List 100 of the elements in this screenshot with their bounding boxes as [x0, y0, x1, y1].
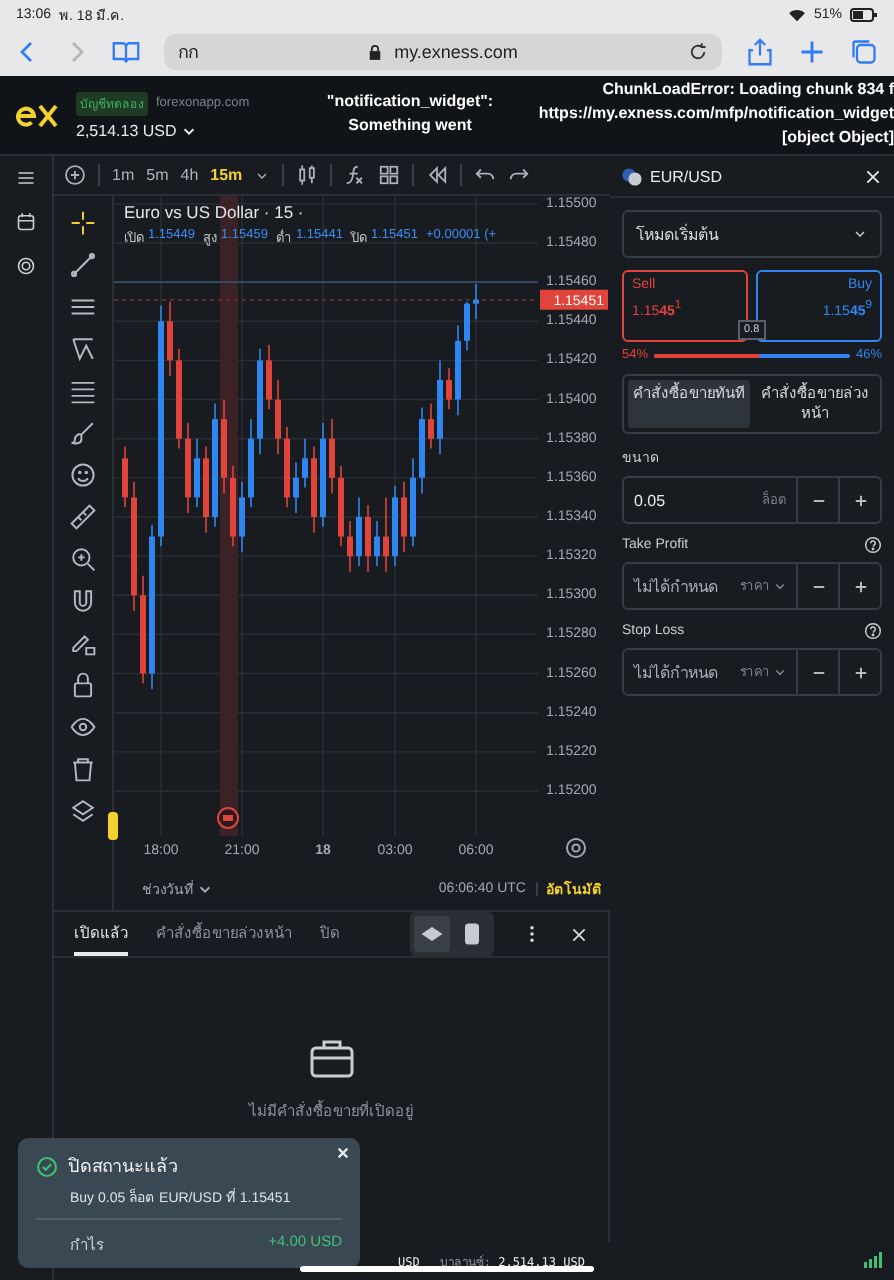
- candle: [464, 300, 470, 352]
- help-icon[interactable]: [864, 622, 882, 640]
- volume-value: 0.05: [634, 491, 668, 509]
- add-tab-icon[interactable]: [798, 38, 826, 66]
- logo-icon: [16, 103, 60, 127]
- candle: [266, 343, 272, 411]
- candle: [473, 283, 479, 321]
- candle: [257, 347, 263, 456]
- candle: [203, 445, 209, 534]
- line-tool-icon[interactable]: [70, 252, 96, 278]
- candle: [383, 496, 389, 573]
- timeframe-tab[interactable]: 1m: [112, 166, 135, 184]
- lock-icon[interactable]: [70, 672, 96, 698]
- candle: [419, 406, 425, 495]
- target-icon[interactable]: [16, 256, 36, 276]
- candle: [392, 484, 398, 567]
- grid-icon[interactable]: [378, 164, 401, 186]
- candle: [437, 359, 443, 456]
- plus-icon[interactable]: [853, 493, 867, 507]
- candle: [248, 418, 254, 508]
- candle: [446, 367, 452, 411]
- candles-icon[interactable]: [296, 164, 319, 186]
- error-text: ChunkLoadError: Loading chunk 834 f: [602, 78, 894, 102]
- calendar-icon[interactable]: [16, 212, 36, 232]
- candle: [329, 418, 335, 495]
- candle: [338, 465, 344, 548]
- mode-dropdown[interactable]: โหมดเริ่มต้น: [622, 210, 882, 258]
- url-text: my.exness.com: [394, 42, 518, 62]
- settings-icon[interactable]: [566, 838, 586, 858]
- chart-title: Euro vs US Dollar · 15 ·: [124, 202, 306, 222]
- placeholder-text: ไม่ได้กำหนด: [634, 575, 720, 599]
- candle: [428, 402, 434, 450]
- text-size-button[interactable]: กก: [178, 38, 198, 66]
- function-icon[interactable]: [344, 164, 367, 186]
- candle: [140, 574, 146, 685]
- plus-icon[interactable]: [853, 579, 867, 593]
- pattern-icon[interactable]: [70, 336, 96, 362]
- candle: [320, 422, 326, 528]
- candle: [374, 520, 380, 567]
- share-icon[interactable]: [746, 38, 774, 66]
- caret-icon[interactable]: [181, 123, 195, 138]
- candle: [194, 437, 200, 508]
- eye-icon[interactable]: [70, 714, 96, 740]
- candle: [356, 496, 362, 567]
- candle: [347, 520, 353, 573]
- error-text: "notification_widget":: [324, 90, 496, 114]
- balance-dropdown[interactable]: 2,514.13 USD: [76, 121, 250, 139]
- signal-icon: [864, 1252, 882, 1268]
- event-marker-icon[interactable]: [217, 807, 239, 829]
- crosshair-icon[interactable]: [70, 210, 96, 236]
- layers-icon[interactable]: [70, 798, 96, 824]
- fib-lines-icon[interactable]: [70, 378, 96, 404]
- collapse-handle[interactable]: [108, 812, 118, 840]
- ruler-icon[interactable]: [70, 504, 96, 530]
- toast-title: ปิดสถานะแล้ว: [68, 1154, 178, 1180]
- candle: [185, 422, 191, 514]
- briefcase-icon: [309, 1038, 353, 1078]
- error-text: [object Object]: [781, 126, 894, 150]
- candle: [365, 504, 371, 573]
- reload-icon[interactable]: [688, 42, 709, 62]
- address-field[interactable]: กก my.exness.com: [164, 34, 722, 70]
- candle: [221, 398, 227, 495]
- timeframe-tab[interactable]: 4h: [180, 166, 199, 184]
- symbol-title: EUR/USD: [650, 167, 723, 185]
- error-text: https://my.exness.com/mfp/notification_widget: [538, 102, 894, 126]
- tabs-icon[interactable]: [850, 38, 878, 66]
- brush-icon[interactable]: [70, 420, 96, 446]
- candle: [293, 461, 299, 514]
- candle: [122, 445, 128, 508]
- magnet-icon[interactable]: [70, 588, 96, 614]
- timeframe-tab[interactable]: 15m: [210, 166, 243, 184]
- view-toggle[interactable]: [410, 912, 494, 956]
- placeholder-text: ไม่ได้กำหนด: [634, 661, 720, 685]
- timeframe-tab[interactable]: 5m: [146, 166, 169, 184]
- book-icon[interactable]: [112, 38, 140, 66]
- add-icon[interactable]: [64, 164, 86, 186]
- battery-icon: [850, 7, 878, 21]
- plus-icon[interactable]: [853, 665, 867, 679]
- zoom-in-icon[interactable]: [70, 546, 96, 572]
- rewind-icon[interactable]: [426, 164, 449, 186]
- help-icon[interactable]: [864, 536, 882, 554]
- candle: [311, 445, 317, 534]
- close-icon[interactable]: [570, 925, 588, 943]
- chevron-icon[interactable]: [852, 226, 868, 242]
- candle: [401, 480, 407, 553]
- candle: [410, 457, 416, 548]
- menu-icon[interactable]: [16, 168, 36, 188]
- candle: [275, 379, 281, 456]
- trash-icon[interactable]: [70, 756, 96, 782]
- smiley-icon[interactable]: [70, 462, 96, 488]
- candle: [167, 300, 173, 377]
- candle: [302, 437, 308, 489]
- parallel-lines-icon[interactable]: [70, 294, 96, 320]
- close-icon[interactable]: [336, 1146, 350, 1160]
- candle: [284, 426, 290, 508]
- lock-icon: [368, 44, 383, 60]
- caret-icon[interactable]: [197, 882, 212, 897]
- candle: [131, 480, 137, 612]
- close-icon[interactable]: [864, 167, 882, 185]
- check-icon: [36, 1155, 58, 1177]
